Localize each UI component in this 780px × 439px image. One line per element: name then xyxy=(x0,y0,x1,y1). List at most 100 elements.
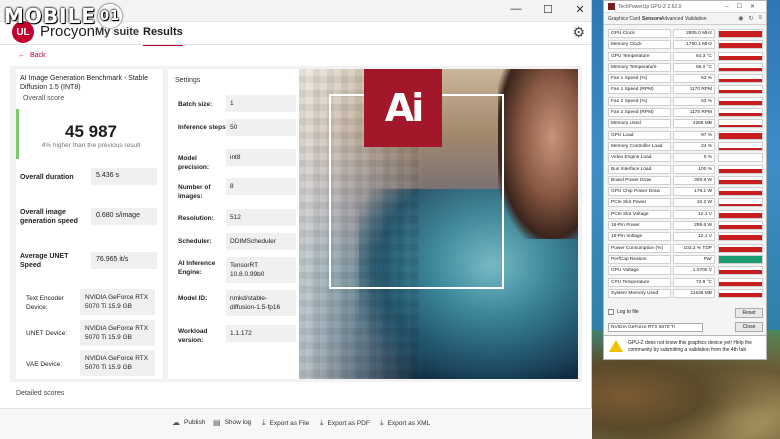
sensor-row: Memory Controller Load 24 % xyxy=(608,141,763,152)
sensor-label[interactable]: PerfCap Reason xyxy=(608,254,671,264)
nav-divider xyxy=(0,44,591,45)
publish-button[interactable]: ☁ Publish xyxy=(172,418,205,427)
sensor-label[interactable]: Fan 1 Speed (%) xyxy=(608,74,671,84)
sensor-graph xyxy=(718,232,763,242)
sensor-row: Memory Used 4265 MB xyxy=(608,118,763,129)
gpuz-notice-text[interactable]: GPU-Z does not know this graphics device… xyxy=(628,340,764,354)
sensor-graph-fill xyxy=(719,179,762,184)
setting-value-model-id: nmkd/stable-diffusion-1.5-fp16 xyxy=(226,290,296,316)
sensor-label[interactable]: System Memory Used xyxy=(608,288,671,298)
settings-title: Settings xyxy=(175,77,201,84)
close-button[interactable]: ✕ xyxy=(573,3,587,16)
export-pdf-button[interactable]: ⤓ Export as PDF xyxy=(320,418,370,428)
publish-label: Publish xyxy=(184,419,206,426)
sensor-graph xyxy=(718,254,763,264)
sensor-label[interactable]: Fan 2 Speed (%) xyxy=(608,96,671,106)
sensor-graph-fill xyxy=(719,247,762,252)
sensor-label[interactable]: PCIe Slot Voltage xyxy=(608,209,671,219)
detailed-scores-heading[interactable]: Detailed scores xyxy=(16,390,64,397)
gpuz-tab-sensors[interactable]: Sensors xyxy=(642,16,662,22)
log-to-file-checkbox[interactable] xyxy=(608,309,614,315)
sensor-label[interactable]: Board Power Draw xyxy=(608,175,671,185)
sensor-value: 4265 MB xyxy=(673,119,715,129)
device-label-vae: VAE Device: xyxy=(26,361,63,368)
sensor-value: 1175 RPM xyxy=(673,108,715,118)
sensor-label[interactable]: Fan 1 Speed (RPM) xyxy=(608,85,671,95)
sensor-row: CPU Temperature 72.8 °C xyxy=(608,277,763,288)
gpuz-close-button[interactable]: Close xyxy=(735,322,763,332)
gpuz-tab-advanced[interactable]: Advanced xyxy=(661,16,683,22)
metric-label-unet-speed: Average UNET Speed xyxy=(20,253,69,269)
minimize-button[interactable]: — xyxy=(509,3,523,16)
export-file-label: Export as File xyxy=(269,419,310,427)
ai-logo-tile: Ai xyxy=(364,69,442,147)
sensor-graph xyxy=(718,187,763,197)
sensor-label[interactable]: CPU Temperature xyxy=(608,277,671,287)
gpuz-window-controls[interactable]: –☐✕ xyxy=(725,3,763,10)
sensor-label[interactable]: PCIe Slot Power xyxy=(608,198,671,208)
sensor-graph-fill xyxy=(719,55,762,60)
sensor-value: 299.6 W xyxy=(673,221,715,231)
sensor-row: Power Consumption (%) 103.2 % TDP xyxy=(608,243,763,254)
sensor-label[interactable]: GPU Chip Power Draw xyxy=(608,187,671,197)
sensor-graph xyxy=(718,85,763,95)
gpuz-device-select[interactable]: NVIDIA GeForce RTX 5070 Ti xyxy=(608,323,703,332)
sensor-graph-fill xyxy=(719,224,762,230)
sensor-value: 53 % xyxy=(673,96,715,106)
sensor-label[interactable]: Memory Clock xyxy=(608,40,671,50)
export-file-button[interactable]: ⤓ Export as File xyxy=(262,418,309,428)
menu-icon[interactable]: ≡ xyxy=(758,15,762,22)
action-bar: ☁ Publish ▤ Show log ⤓ Export as File ⤓ … xyxy=(0,408,592,439)
log-to-file-option[interactable]: Log to file xyxy=(608,309,639,315)
sensor-graph-fill xyxy=(719,281,762,286)
sensor-label[interactable]: GPU Clock xyxy=(608,29,671,38)
sensor-row: GPU Clock 2805.0 MHz xyxy=(608,28,763,39)
sensor-label[interactable]: 16-Pin Voltage xyxy=(608,232,671,242)
gear-icon[interactable]: ⚙ xyxy=(572,24,585,41)
gpuz-tab-graphics-card[interactable]: Graphics Card xyxy=(608,16,640,22)
maximize-button[interactable]: ☐ xyxy=(541,3,555,16)
gpuz-reset-button[interactable]: Reset xyxy=(735,308,763,318)
export-xml-label: Export as XML xyxy=(387,419,431,427)
gpuz-tab-validation[interactable]: Validation xyxy=(685,16,707,22)
sensor-label[interactable]: Memory Temperature xyxy=(608,62,671,72)
sensor-graph xyxy=(718,51,763,61)
sensor-label[interactable]: Video Engine Load xyxy=(608,153,671,163)
back-link[interactable]: ← Back xyxy=(18,52,46,59)
arrow-left-icon: ← xyxy=(18,52,25,59)
sensor-value: 24 % xyxy=(673,141,715,151)
setting-label-inference-steps: Inference steps: xyxy=(178,124,228,131)
refresh-icon[interactable]: ↻ xyxy=(748,15,753,22)
setting-value-inference-engine: TensorRT 10.8.0.99b0 xyxy=(226,257,296,283)
sensor-row: Fan 1 Speed (%) 53 % xyxy=(608,73,763,84)
sensor-value: 103.2 % TDP xyxy=(673,243,715,253)
sensor-label[interactable]: Bus Interface Load xyxy=(608,164,671,174)
metric-label-duration: Overall duration xyxy=(20,174,74,181)
sensor-value: 11636 MB xyxy=(673,288,715,298)
sensor-label[interactable]: GPU Voltage xyxy=(608,266,671,276)
device-value-unet: NVIDIA GeForce RTX 5070 Ti 15.9 GB xyxy=(80,320,155,346)
sensor-label[interactable]: GPU Load xyxy=(608,130,671,140)
setting-label-model-id: Model ID: xyxy=(178,295,208,302)
sensor-label[interactable]: 16-Pin Power xyxy=(608,221,671,231)
tab-results[interactable]: Results xyxy=(143,26,183,46)
sensor-graph-fill xyxy=(719,148,762,150)
download-icon: ⤓ xyxy=(262,418,266,427)
export-xml-button[interactable]: ⤓ Export as XML xyxy=(380,418,430,428)
sensor-label[interactable]: Power Consumption (%) xyxy=(608,243,671,253)
sensor-value: 12.1 V xyxy=(673,232,715,242)
show-log-button[interactable]: ▤ Show log xyxy=(213,418,251,427)
sensor-label[interactable]: GPU Temperature xyxy=(608,51,671,61)
sensor-label[interactable]: Fan 2 Speed (RPM) xyxy=(608,108,671,118)
camera-icon[interactable]: ◉ xyxy=(738,15,743,22)
sensor-row: GPU Load 97 % xyxy=(608,130,763,141)
sensor-row: Memory Clock 1750.1 MHz xyxy=(608,39,763,50)
document-icon: ▤ xyxy=(213,418,221,427)
sensor-graph xyxy=(718,209,763,219)
sensor-label[interactable]: Memory Used xyxy=(608,119,671,129)
setting-value-scheduler: DDIMScheduler xyxy=(226,233,296,250)
sensor-row: PCIe Slot Power 10.2 W xyxy=(608,197,763,208)
gpuz-app-icon xyxy=(608,3,615,10)
sensor-value: 178.1 W xyxy=(673,187,715,197)
sensor-label[interactable]: Memory Controller Load xyxy=(608,141,671,151)
